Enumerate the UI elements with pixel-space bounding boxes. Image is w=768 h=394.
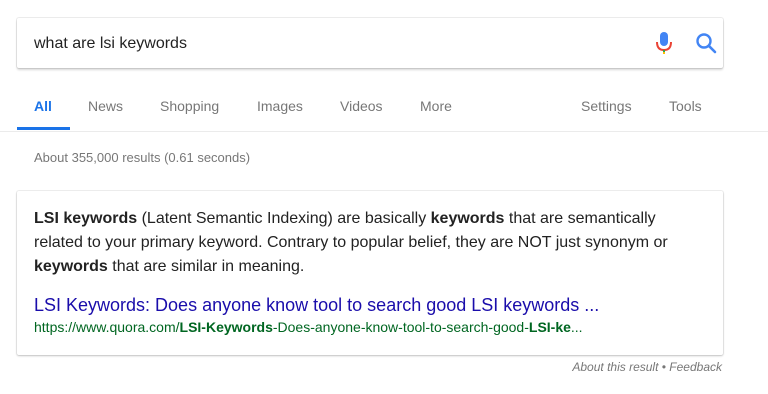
search-input[interactable] [34, 32, 614, 56]
search-icon[interactable] [694, 31, 718, 55]
snippet-bold-term: keywords [430, 210, 505, 227]
result-title-link[interactable]: LSI Keywords: Does anyone know tool to s… [34, 294, 599, 316]
feedback-link[interactable]: Feedback [669, 360, 722, 374]
about-this-result-link[interactable]: About this result [572, 360, 658, 374]
snippet-bold-term: LSI keywords [34, 210, 138, 227]
results-stats: About 355,000 results (0.61 seconds) [34, 150, 251, 165]
search-box[interactable] [17, 18, 723, 68]
snippet-text-segment: (Latent Semantic Indexing) are basically [137, 210, 431, 227]
snippet-bold-term: keywords [34, 258, 108, 275]
tab-news[interactable]: News [88, 97, 123, 131]
tab-shopping[interactable]: Shopping [160, 97, 219, 131]
microphone-icon[interactable] [653, 31, 675, 55]
url-segment: ... [570, 319, 583, 335]
result-footer: About this result • Feedback [572, 360, 722, 374]
tab-videos[interactable]: Videos [340, 97, 383, 131]
tab-more[interactable]: More [420, 97, 452, 131]
url-segment: -Does-anyone-know-tool-to-search-good- [272, 319, 529, 335]
url-bold-segment: LSI-ke [528, 319, 571, 335]
tab-images[interactable]: Images [257, 97, 303, 131]
tab-settings[interactable]: Settings [581, 97, 632, 131]
footer-separator: • [658, 360, 670, 374]
tabs-bar: All News Shopping Images Videos More Set… [0, 88, 768, 132]
snippet-text: LSI keywords (Latent Semantic Indexing) … [34, 207, 694, 279]
snippet-text-segment: that are similar in meaning. [107, 258, 305, 275]
tab-all[interactable]: All [34, 97, 52, 131]
tab-tools[interactable]: Tools [669, 97, 702, 131]
url-bold-segment: LSI-Keywords [179, 319, 273, 335]
result-url: https://www.quora.com/LSI-Keywords-Does-… [34, 318, 583, 336]
url-segment: https://www.quora.com/ [34, 319, 180, 335]
active-tab-indicator [17, 127, 70, 130]
featured-snippet-card: LSI keywords (Latent Semantic Indexing) … [17, 191, 723, 355]
